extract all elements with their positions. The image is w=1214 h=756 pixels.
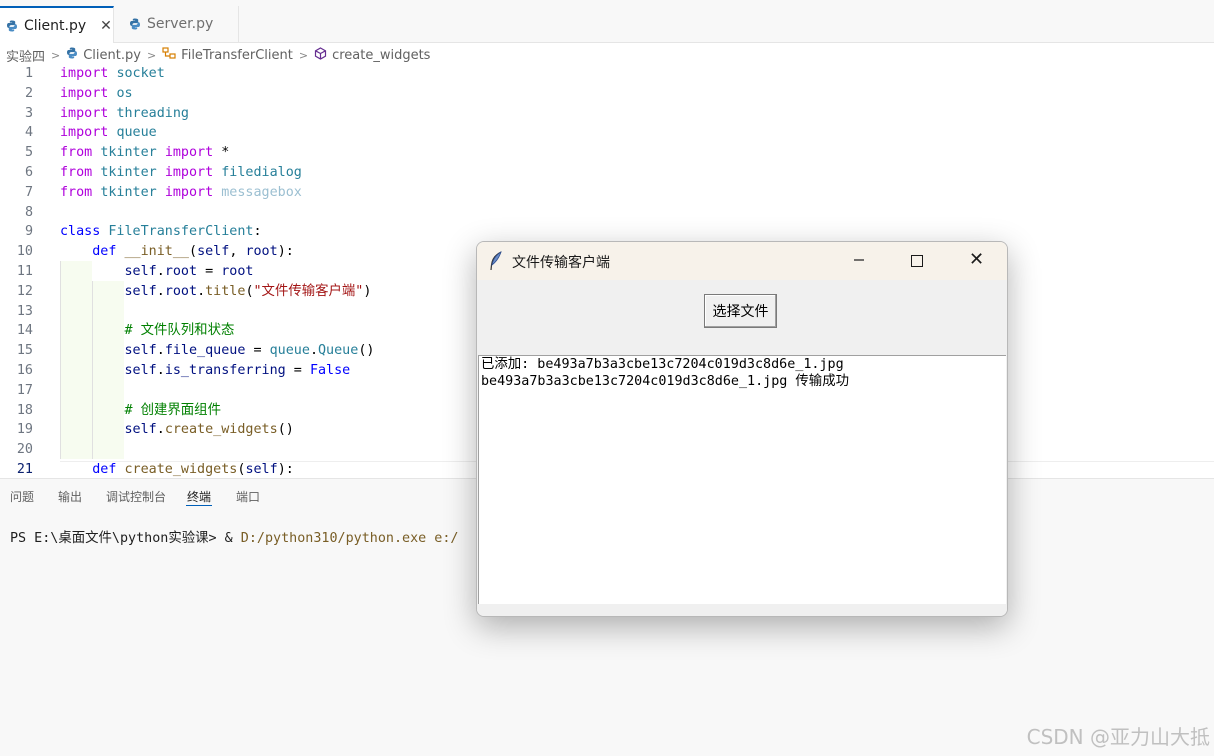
panel-tab-terminal[interactable]: 终端 xyxy=(187,488,211,505)
class-icon xyxy=(162,47,176,63)
terminal-prompt: PS E:\桌面文件\python实验课> & xyxy=(10,531,241,546)
select-file-button[interactable]: 选择文件 xyxy=(704,294,777,328)
terminal-command: D:/python310/python.exe e:/ xyxy=(240,531,459,546)
line-number: 8 xyxy=(24,204,33,220)
panel-tab-debug-console[interactable]: 调试控制台 xyxy=(106,488,166,505)
python-file-icon xyxy=(66,47,78,63)
method-icon xyxy=(314,46,327,64)
line-number: 2 xyxy=(24,85,33,101)
panel-tab-problems[interactable]: 问题 xyxy=(10,488,34,505)
code-text: from tkinter import filedialog xyxy=(60,164,302,180)
line-number: 20 xyxy=(16,442,33,458)
code-text: self.is_transferring = False xyxy=(124,362,351,378)
active-tab-indicator xyxy=(186,505,212,506)
line-number: 1 xyxy=(24,66,33,81)
breadcrumb: 实验四 > Client.py > FileTransferClient > c… xyxy=(6,45,430,65)
close-button[interactable]: ✕ xyxy=(969,251,984,269)
line-number: 9 xyxy=(24,224,33,240)
python-file-icon xyxy=(6,20,18,32)
line-number: 14 xyxy=(16,323,33,339)
line-number: 11 xyxy=(16,263,33,279)
tab-client-py[interactable]: Client.py ✕ xyxy=(0,6,114,43)
window-bottom-edge xyxy=(477,604,1007,616)
breadcrumb-method[interactable]: create_widgets xyxy=(332,48,430,63)
line-number: 16 xyxy=(16,362,33,378)
line-number: 10 xyxy=(16,244,33,260)
line-number: 17 xyxy=(16,382,33,398)
line-number: 6 xyxy=(24,164,33,180)
window-title: 文件传输客户端 xyxy=(512,255,610,271)
log-line: be493a7b3a3cbe13c7204c019d3c8d6e_1.jpg 传… xyxy=(481,374,849,389)
code-line[interactable]: 4 import queue xyxy=(0,123,1214,143)
code-text: import socket xyxy=(60,66,165,81)
code-text: self.root.title("文件传输客户端") xyxy=(124,283,372,299)
line-number: 12 xyxy=(16,283,33,299)
code-text: # 文件队列和状态 xyxy=(124,323,235,339)
code-text: self.create_widgets() xyxy=(124,422,294,438)
code-text: self.file_queue = queue.Queue() xyxy=(124,343,375,359)
breadcrumb-file[interactable]: Client.py xyxy=(83,48,141,63)
code-text: self.root = root xyxy=(124,263,254,279)
line-number: 7 xyxy=(24,184,33,200)
code-text: from tkinter import * xyxy=(60,145,230,161)
terminal-output[interactable]: PS E:\桌面文件\python实验课> & D:/python310/pyt… xyxy=(10,526,458,546)
line-number: 19 xyxy=(16,422,33,438)
code-line[interactable]: 1 import socket xyxy=(0,64,1214,84)
chevron-right-icon: > xyxy=(51,48,61,62)
code-text: def create_widgets(self): xyxy=(92,461,294,477)
tab-server-py[interactable]: Server.py xyxy=(114,6,239,42)
tk-feather-icon xyxy=(489,251,503,275)
log-line: 已添加: be493a7b3a3cbe13c7204c019d3c8d6e_1.… xyxy=(481,357,844,372)
chevron-right-icon: > xyxy=(298,48,309,62)
watermark: CSDN @亚力山大抵 xyxy=(1026,725,1210,749)
code-line[interactable]: 3 import threading xyxy=(0,104,1214,124)
editor-tab-bar: Client.py ✕ Server.py xyxy=(0,0,1214,43)
code-text: import threading xyxy=(60,105,189,121)
window-titlebar[interactable]: 文件传输客户端 ✕ xyxy=(477,242,1007,280)
line-number: 15 xyxy=(16,343,33,359)
panel-tab-output[interactable]: 输出 xyxy=(58,488,82,505)
tab-label: Server.py xyxy=(147,16,214,32)
line-number: 18 xyxy=(16,402,33,418)
code-line[interactable]: 8 xyxy=(0,203,1214,223)
code-line[interactable]: 6 from tkinter import filedialog xyxy=(0,163,1214,183)
code-text: import os xyxy=(60,85,133,101)
minimize-button[interactable] xyxy=(853,252,865,268)
line-number: 21 xyxy=(16,461,33,477)
code-text: from tkinter import messagebox xyxy=(60,184,302,200)
line-number: 4 xyxy=(24,125,33,141)
maximize-button[interactable] xyxy=(911,255,923,267)
line-number: 13 xyxy=(16,303,33,319)
code-text: def __init__(self, root): xyxy=(92,244,294,260)
python-file-icon xyxy=(129,18,141,30)
code-line[interactable]: 5 from tkinter import * xyxy=(0,143,1214,163)
line-number: 3 xyxy=(24,105,33,121)
tab-label: Client.py xyxy=(24,17,87,34)
code-line[interactable]: 2 import os xyxy=(0,84,1214,104)
code-text: import queue xyxy=(60,125,157,141)
breadcrumb-class[interactable]: FileTransferClient xyxy=(181,48,293,63)
breadcrumb-folder[interactable]: 实验四 xyxy=(6,46,45,65)
code-line[interactable]: 7 from tkinter import messagebox xyxy=(0,183,1214,203)
chevron-right-icon: > xyxy=(146,48,157,62)
tk-client-window[interactable]: 文件传输客户端 ✕ 选择文件 已添加: be493a7b3a3cbe13c720… xyxy=(476,241,1008,617)
close-icon[interactable]: ✕ xyxy=(100,18,112,34)
code-text: class FileTransferClient: xyxy=(60,224,262,240)
line-number: 5 xyxy=(24,145,33,161)
code-line[interactable]: 9 class FileTransferClient: xyxy=(0,222,1214,242)
panel-tab-ports[interactable]: 端口 xyxy=(236,488,260,505)
log-text-area[interactable]: 已添加: be493a7b3a3cbe13c7204c019d3c8d6e_1.… xyxy=(478,355,1006,605)
code-text: # 创建界面组件 xyxy=(124,402,221,418)
